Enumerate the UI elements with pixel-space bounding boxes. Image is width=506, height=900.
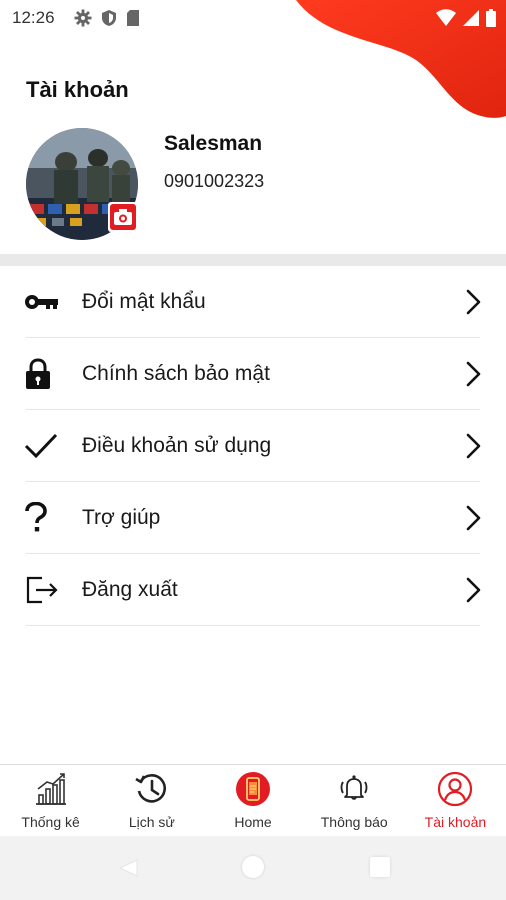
battery-icon bbox=[486, 9, 496, 27]
tab-notifications[interactable]: Thông báo bbox=[304, 765, 405, 836]
menu-divider bbox=[26, 625, 480, 626]
recent-apps-button[interactable] bbox=[370, 857, 390, 877]
home-button[interactable] bbox=[242, 856, 264, 878]
history-icon bbox=[135, 774, 166, 803]
menu-item-privacy-policy[interactable]: Chính sách bảo mật bbox=[0, 338, 506, 410]
chevron-right-icon bbox=[466, 433, 481, 459]
tab-label: Lịch sử bbox=[128, 814, 175, 830]
wifi-icon bbox=[436, 9, 456, 26]
menu-item-label: Trợ giúp bbox=[82, 506, 161, 529]
status-time: 12:26 bbox=[12, 8, 55, 27]
account-icon bbox=[438, 771, 473, 807]
logout-icon bbox=[24, 574, 60, 606]
account-menu: Đổi mật khẩu Chính sách bảo mật Điều kho… bbox=[0, 266, 506, 626]
tab-label: Thống kê bbox=[21, 814, 80, 830]
user-phone: 0901002323 bbox=[164, 171, 265, 191]
user-name: Salesman bbox=[164, 132, 263, 155]
chevron-right-icon bbox=[466, 361, 481, 387]
avatar-container[interactable] bbox=[26, 128, 138, 240]
sd-card-icon bbox=[127, 10, 139, 26]
chevron-right-icon bbox=[466, 577, 481, 603]
menu-item-label: Điều khoản sử dụng bbox=[82, 434, 272, 457]
page-title: Tài khoản bbox=[26, 77, 129, 102]
settings-icon bbox=[74, 9, 92, 27]
tab-label: Home bbox=[234, 814, 272, 830]
tab-statistics[interactable]: Thống kê bbox=[0, 765, 101, 836]
signal-icon bbox=[463, 10, 479, 26]
menu-item-label: Đổi mật khẩu bbox=[82, 290, 206, 313]
status-icons-left bbox=[74, 9, 140, 27]
camera-icon[interactable] bbox=[108, 202, 138, 232]
tab-home[interactable]: Home bbox=[202, 765, 303, 836]
tab-history[interactable]: Lịch sử bbox=[101, 765, 202, 836]
menu-item-help[interactable]: Trợ giúp bbox=[0, 482, 506, 554]
bell-icon bbox=[340, 775, 368, 800]
tab-account[interactable]: Tài khoản bbox=[405, 765, 506, 836]
chevron-right-icon bbox=[466, 289, 481, 315]
menu-item-terms-of-use[interactable]: Điều khoản sử dụng bbox=[0, 410, 506, 482]
tab-label: Tài khoản bbox=[424, 814, 487, 830]
chart-icon bbox=[35, 773, 66, 805]
question-icon bbox=[24, 502, 60, 534]
system-nav-bar bbox=[0, 836, 506, 900]
menu-item-change-password[interactable]: Đổi mật khẩu bbox=[0, 266, 506, 338]
tab-label: Thông báo bbox=[320, 814, 388, 830]
menu-item-logout[interactable]: Đăng xuất bbox=[0, 554, 506, 626]
menu-item-label: Chính sách bảo mật bbox=[82, 362, 270, 385]
shield-icon bbox=[102, 10, 116, 26]
bottom-nav: Thống kê Lịch sử Home Thông báo Tài khoả… bbox=[0, 764, 506, 836]
home-phone-icon bbox=[236, 772, 270, 806]
status-bar: 12:26 bbox=[0, 0, 506, 36]
chevron-right-icon bbox=[466, 505, 481, 531]
menu-item-label: Đăng xuất bbox=[82, 578, 178, 601]
key-icon bbox=[24, 286, 60, 318]
lock-icon bbox=[24, 358, 60, 390]
back-icon[interactable] bbox=[117, 858, 139, 878]
check-icon bbox=[24, 430, 60, 462]
status-icons-right bbox=[436, 9, 496, 27]
section-divider bbox=[0, 254, 506, 266]
